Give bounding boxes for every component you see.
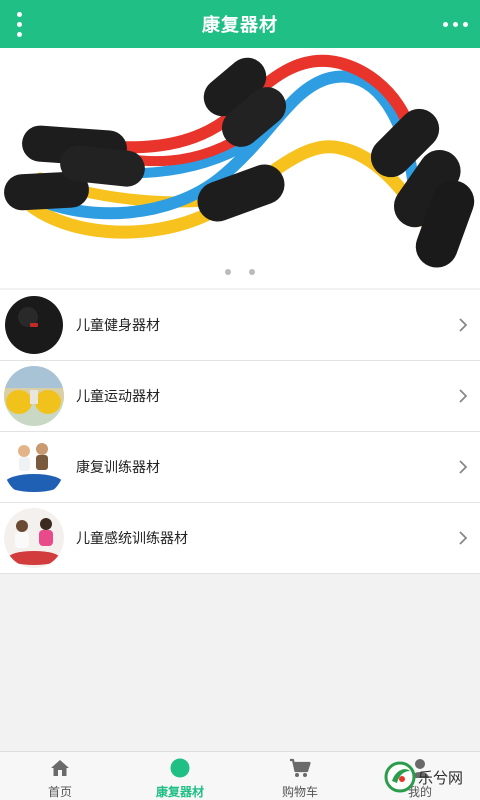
carousel-dots <box>0 269 480 277</box>
page-title: 康复器材 <box>202 15 278 36</box>
chevron-right-icon <box>459 531 468 545</box>
menu-icon[interactable] <box>8 8 30 40</box>
nav-home[interactable]: 首页 <box>0 752 120 800</box>
cart-icon <box>289 758 311 778</box>
nav-label: 购物车 <box>281 785 318 799</box>
circle-icon <box>169 758 191 778</box>
more-icon[interactable] <box>440 8 470 40</box>
list-item[interactable]: 康复训练器材 <box>0 432 480 503</box>
list-item[interactable]: 儿童运动器材 <box>0 361 480 432</box>
nav-label: 首页 <box>47 785 72 799</box>
list-item[interactable]: 儿童感统训练器材 <box>0 503 480 574</box>
fitness-ball-thumbnail <box>4 295 64 355</box>
carousel-dot[interactable] <box>249 269 255 275</box>
home-icon <box>49 758 71 778</box>
watermark-text: 乐兮网 <box>418 768 464 787</box>
category-list: 儿童健身器材 儿童运动器材 康复训练器材 儿童感统训练器材 <box>0 290 480 574</box>
nav-label: 康复器材 <box>155 785 204 799</box>
chevron-right-icon <box>459 389 468 403</box>
nav-rehab-equipment[interactable]: 康复器材 <box>120 752 240 800</box>
chevron-right-icon <box>459 460 468 474</box>
list-item[interactable]: 儿童健身器材 <box>0 290 480 361</box>
app-header: 康复器材 <box>0 0 480 48</box>
sport-equipment-thumbnail <box>4 366 64 426</box>
list-item-label: 康复训练器材 <box>76 460 160 476</box>
chevron-right-icon <box>459 318 468 332</box>
nav-cart[interactable]: 购物车 <box>240 752 360 800</box>
list-item-label: 儿童运动器材 <box>76 389 160 405</box>
resistance-band-image <box>4 54 475 268</box>
rehab-training-thumbnail <box>4 437 64 497</box>
list-item-label: 儿童感统训练器材 <box>76 531 188 547</box>
watermark-logo-icon <box>384 761 416 793</box>
carousel-dot[interactable] <box>225 269 231 275</box>
list-item-label: 儿童健身器材 <box>76 318 160 334</box>
watermark: 乐兮网 <box>384 758 474 796</box>
sensory-training-thumbnail <box>4 508 64 568</box>
banner-carousel[interactable] <box>0 48 480 288</box>
